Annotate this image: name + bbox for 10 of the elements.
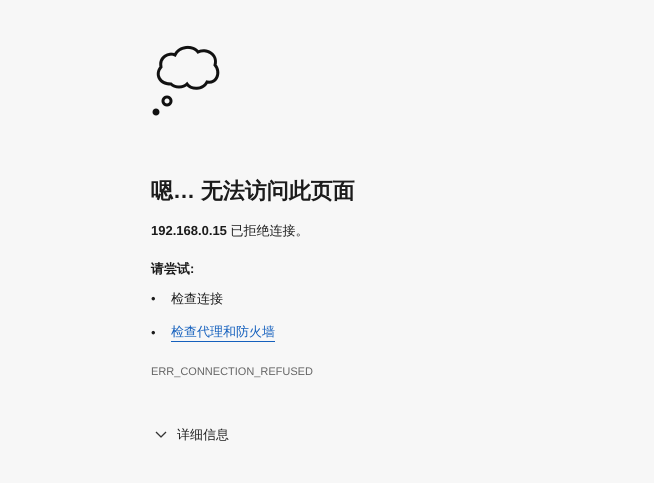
bullet: •	[151, 324, 157, 342]
chevron-down-icon	[155, 431, 167, 439]
suggestions-heading: 请尝试:	[151, 260, 194, 278]
details-toggle[interactable]: 详细信息	[155, 426, 229, 444]
firewall-link[interactable]: 检查代理和防火墙	[171, 323, 275, 342]
bullet: •	[151, 290, 157, 308]
error-title: 嗯… 无法访问此页面	[151, 177, 356, 205]
suggestion-text: 检查连接	[171, 290, 223, 308]
error-message: 192.168.0.15 已拒绝连接。	[151, 222, 309, 240]
error-code: ERR_CONNECTION_REFUSED	[151, 365, 313, 380]
